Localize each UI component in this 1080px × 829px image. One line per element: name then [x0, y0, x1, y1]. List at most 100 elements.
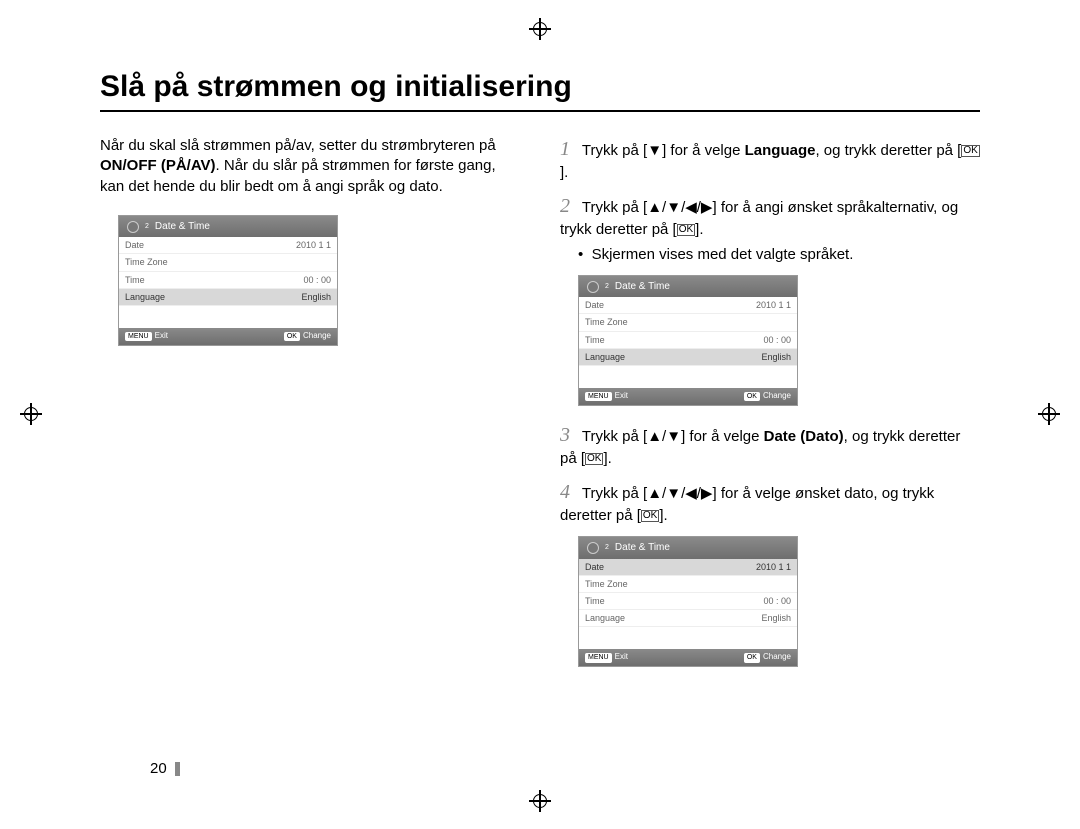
menu-tz-label: Time Zone [125, 256, 168, 268]
registration-mark-top [529, 18, 551, 40]
arrow-keys-icon: ▲/▼/◀/▶ [647, 199, 712, 216]
menu-change-label: Change [763, 391, 791, 400]
gear-icon [587, 281, 599, 293]
menu-date-value: 2010 1 1 [756, 299, 791, 311]
step3-text-a: Trykk på [ [582, 428, 647, 445]
menu-lang-label: Language [585, 612, 625, 624]
menu-pill-icon: MENU [585, 392, 612, 401]
menu-spacer [579, 366, 797, 388]
step4-text-c: ]. [659, 507, 667, 524]
menu-header: 2 Date & Time [579, 276, 797, 298]
menu-footer-change: OKChange [744, 652, 791, 663]
menu-screenshot-date: 2 Date & Time Date 2010 1 1 Time Zone Ti… [578, 536, 798, 667]
menu-lang-label: Language [125, 291, 165, 303]
menu-row-tz: Time Zone [119, 254, 337, 271]
menu-footer: MENUExit OKChange [119, 328, 337, 345]
page-number: 20 [150, 760, 180, 777]
step-number-2: 2 [560, 193, 574, 220]
arrow-keys-icon: ▲/▼/◀/▶ [647, 485, 712, 502]
menu-lang-value: English [761, 351, 791, 363]
intro-paragraph: Når du skal slå strømmen på/av, setter d… [100, 136, 520, 197]
menu-tz-label: Time Zone [585, 316, 628, 328]
page-content: Slå på strømmen og initialisering Når du… [100, 70, 980, 683]
menu-time-label: Time [125, 274, 145, 286]
menu-change-label: Change [763, 652, 791, 661]
gear-number: 2 [605, 543, 609, 552]
ok-icon: OK [641, 510, 659, 522]
menu-footer-change: OKChange [284, 331, 331, 342]
menu-date-label: Date [585, 299, 604, 311]
intro-onoff-strong: ON/OFF (PÅ/AV) [100, 157, 216, 174]
step2-text-c: ]. [695, 221, 703, 238]
menu-header: 2 Date & Time [119, 216, 337, 238]
step1-text-c: , og trykk deretter på [ [815, 142, 961, 159]
step4-text-a: Trykk på [ [582, 485, 647, 502]
page-number-bar-icon [175, 762, 180, 776]
menu-row-language: Language English [119, 289, 337, 306]
menu-pill-icon: MENU [125, 332, 152, 341]
menu-date-value: 2010 1 1 [756, 561, 791, 573]
ok-icon: OK [585, 453, 603, 465]
menu-row-date: Date 2010 1 1 [579, 297, 797, 314]
menu-row-time: Time 00 : 00 [579, 332, 797, 349]
menu-change-label: Change [303, 331, 331, 340]
step2-bullet-text: Skjermen vises med det valgte språket. [592, 246, 854, 263]
menu-date-value: 2010 1 1 [296, 239, 331, 251]
ok-icon: OK [961, 145, 979, 157]
step-number-1: 1 [560, 136, 574, 163]
intro-text-a: Når du skal slå strømmen på/av, setter d… [100, 137, 496, 154]
menu-footer: MENUExit OKChange [579, 649, 797, 666]
menu-footer-exit: MENUExit [125, 331, 168, 342]
menu-header-title: Date & Time [615, 280, 670, 294]
gear-number: 2 [605, 282, 609, 291]
menu-row-time: Time 00 : 00 [119, 272, 337, 289]
menu-row-tz: Time Zone [579, 314, 797, 331]
menu-footer-exit: MENUExit [585, 652, 628, 663]
menu-spacer [119, 306, 337, 328]
menu-row-language: Language English [579, 610, 797, 627]
menu-exit-label: Exit [615, 391, 628, 400]
gear-number: 2 [145, 222, 149, 231]
menu-row-tz: Time Zone [579, 576, 797, 593]
menu-row-time: Time 00 : 00 [579, 593, 797, 610]
ok-icon: OK [677, 224, 695, 236]
step3-strong: Date (Dato) [764, 428, 844, 445]
down-arrow-icon: ▼ [647, 142, 662, 159]
step-1: 1 Trykk på [▼] for å velge Language, og … [560, 136, 980, 183]
menu-screenshot-language: 2 Date & Time Date 2010 1 1 Time Zone Ti… [118, 215, 338, 346]
step3-text-b: ] for å velge [681, 428, 764, 445]
step-number-4: 4 [560, 479, 574, 506]
menu-time-value: 00 : 00 [763, 595, 791, 607]
step-number-3: 3 [560, 422, 574, 449]
right-column: 1 Trykk på [▼] for å velge Language, og … [560, 136, 980, 683]
step1-text-d: ]. [560, 164, 568, 181]
page-number-value: 20 [150, 760, 167, 777]
menu-header-title: Date & Time [615, 541, 670, 555]
menu-footer-change: OKChange [744, 391, 791, 402]
menu-tz-label: Time Zone [585, 578, 628, 590]
menu-lang-value: English [301, 291, 331, 303]
menu-date-label: Date [585, 561, 604, 573]
gear-icon [127, 221, 139, 233]
menu-lang-label: Language [585, 351, 625, 363]
menu-row-date: Date 2010 1 1 [579, 559, 797, 576]
step3-text-d: ]. [603, 450, 611, 467]
menu-footer-exit: MENUExit [585, 391, 628, 402]
menu-lang-value: English [761, 612, 791, 624]
gear-icon [587, 542, 599, 554]
ok-pill-icon: OK [744, 392, 760, 401]
menu-time-label: Time [585, 595, 605, 607]
left-column: Når du skal slå strømmen på/av, setter d… [100, 136, 520, 683]
ok-pill-icon: OK [284, 332, 300, 341]
step1-text-b: ] for å velge [662, 142, 745, 159]
page-title: Slå på strømmen og initialisering [100, 70, 980, 112]
menu-screenshot-language-2: 2 Date & Time Date 2010 1 1 Time Zone Ti… [578, 275, 798, 406]
menu-exit-label: Exit [155, 331, 168, 340]
menu-time-label: Time [585, 334, 605, 346]
menu-pill-icon: MENU [585, 653, 612, 662]
menu-exit-label: Exit [615, 652, 628, 661]
step-2: 2 Trykk på [▲/▼/◀/▶] for å angi ønsket s… [560, 193, 980, 240]
registration-mark-bottom [529, 790, 551, 812]
registration-mark-left [20, 403, 42, 425]
step-3: 3 Trykk på [▲/▼] for å velge Date (Dato)… [560, 422, 980, 469]
